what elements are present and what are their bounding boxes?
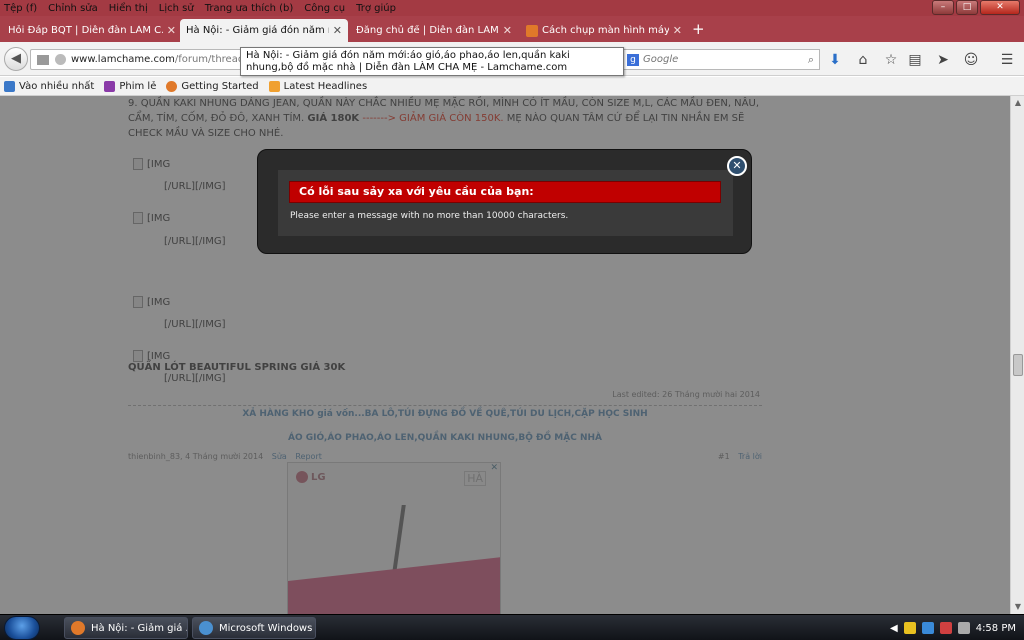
tab-dang-chu-de[interactable]: Đăng chủ đề | Diễn đàn LÀM C... ✕ [350,19,518,42]
menu-tools[interactable]: Công cụ [304,3,345,14]
back-button[interactable]: ◀ [4,47,28,71]
start-button[interactable] [4,616,40,640]
google-icon[interactable]: g [627,53,639,66]
notification-icon[interactable] [903,622,916,634]
volume-icon[interactable] [957,622,970,634]
search-bar[interactable]: g ⌕ [622,49,820,70]
tab-close-icon[interactable]: ✕ [673,24,682,37]
close-dialog-button[interactable]: ✕ [727,156,747,176]
tab-cach-chup[interactable]: Cách chụp màn hình máy ... ✕ [520,19,688,42]
tab-ha-noi[interactable]: Hà Nội: - Giảm giá đón năm m... ✕ [180,19,348,42]
bookmark-label: Getting Started [181,80,259,92]
menu-edit[interactable]: Chỉnh sửa [48,3,98,14]
tab-close-icon[interactable]: ✕ [167,24,176,37]
security-icon[interactable] [939,622,952,634]
system-tray: ◀ 4:58 PM [890,615,1024,640]
home-icon[interactable]: ⌂ [854,51,872,69]
chat-icon[interactable]: ☺ [962,51,980,69]
tab-label: Hà Nội: - Giảm giá đón năm m... [186,25,329,36]
taskbar-firefox[interactable]: Hà Nội: - Giảm giá ... [64,617,188,639]
bookmark-most-visited[interactable]: Vào nhiều nhất [4,80,95,92]
rss-icon [268,80,280,92]
firefox-icon [166,80,178,92]
taskbar: Hà Nội: - Giảm giá ... Microsoft Windows… [0,614,1024,640]
film-icon [104,80,116,92]
task-label: Hà Nội: - Giảm giá ... [91,622,188,634]
most-visited-icon [4,80,15,92]
scroll-down-icon[interactable]: ▼ [1013,602,1023,612]
menu-bookmarks[interactable]: Trang ưa thích (b) [205,3,294,14]
windows-icon [199,621,213,635]
menu-history[interactable]: Lịch sử [159,3,194,14]
bookmark-getting-started[interactable]: Getting Started [166,80,259,92]
bookmarks-list-icon[interactable]: ▤ [906,51,924,69]
tab-close-icon[interactable]: ✕ [503,24,512,37]
menu-help[interactable]: Trợ giúp [356,3,396,14]
error-dialog: Có lỗi sau sảy xa với yêu cầu của bạn: P… [257,149,752,254]
tab-strip: Hỏi Đáp BQT | Diễn đàn LÀM C... ✕ Hà Nội… [0,16,1024,42]
bookmark-label: Phim lẻ [119,80,157,92]
error-dialog-body: Có lỗi sau sảy xa với yêu cầu của bạn: P… [278,170,733,236]
tab-label: Hỏi Đáp BQT | Diễn đàn LÀM C... [8,25,163,36]
bookmark-phim-le[interactable]: Phim lẻ [104,80,157,92]
task-label: Microsoft Windows [219,622,313,634]
globe-icon [55,54,66,65]
download-icon[interactable]: ⬇ [826,51,844,69]
menu-icon[interactable]: ☰ [998,51,1016,69]
send-icon[interactable]: ➤ [934,51,952,69]
close-window-button[interactable]: ✕ [980,0,1020,15]
search-input[interactable] [643,54,793,65]
bookmarks-bar: Vào nhiều nhất Phim lẻ Getting Started L… [0,77,1024,96]
tray-expand-icon[interactable]: ◀ [890,623,898,634]
window-controls: – □ ✕ [932,0,1020,16]
grid-icon[interactable] [37,54,49,65]
new-tab-button[interactable]: + [692,20,705,38]
bookmark-label: Latest Headlines [283,80,368,92]
clock[interactable]: 4:58 PM [976,623,1016,634]
bookmark-label: Vào nhiều nhất [19,80,95,92]
tab-hoi-dap[interactable]: Hỏi Đáp BQT | Diễn đàn LÀM C... ✕ [2,19,182,42]
firefox-icon [71,621,85,635]
menu-bar: Tệp (f) Chỉnh sửa Hiển thị Lịch sử Trang… [0,0,1024,16]
bookmark-latest-headlines[interactable]: Latest Headlines [268,80,368,92]
menu-file[interactable]: Tệp (f) [4,3,37,14]
menu-view[interactable]: Hiển thị [109,3,148,14]
taskbar-windows[interactable]: Microsoft Windows [192,617,316,639]
scroll-thumb[interactable] [1013,354,1023,376]
tab-label: Cách chụp màn hình máy ... [542,25,669,36]
bookmark-star-icon[interactable]: ☆ [882,51,900,69]
tab-label: Đăng chủ đề | Diễn đàn LÀM C... [356,25,499,36]
site-favicon-icon [526,24,538,37]
maximize-button[interactable]: □ [956,0,978,15]
page-scrollbar[interactable]: ▲ ▼ [1010,96,1024,614]
error-message: Please enter a message with no more than… [290,211,569,221]
error-title: Có lỗi sau sảy xa với yêu cầu của bạn: [289,181,721,203]
network-icon[interactable] [921,622,934,634]
scroll-up-icon[interactable]: ▲ [1013,98,1023,108]
minimize-button[interactable]: – [932,0,954,15]
tab-tooltip: Hà Nội: - Giảm giá đón năm mới:áo gió,áo… [240,47,624,76]
tab-close-icon[interactable]: ✕ [333,24,342,37]
search-icon[interactable]: ⌕ [808,53,814,67]
url-host: www.lamchame.com [71,54,175,65]
